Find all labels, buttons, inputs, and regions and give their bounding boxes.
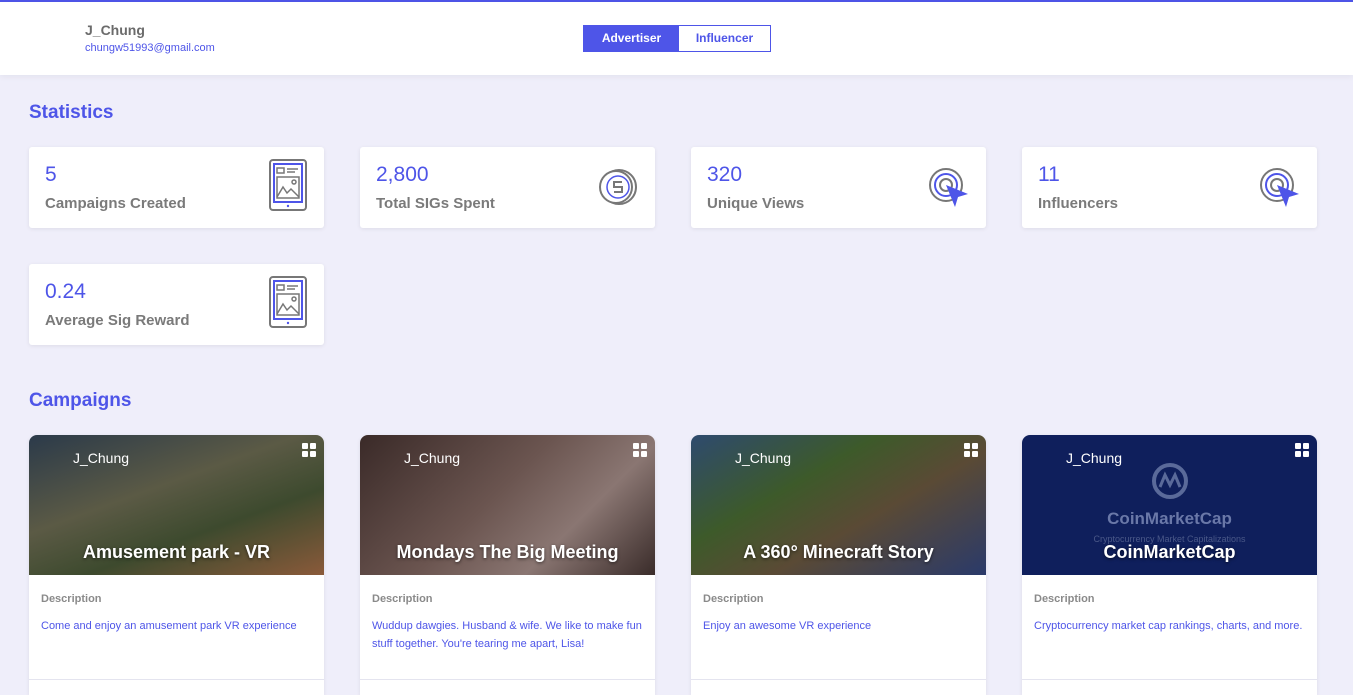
stat-value: 11: [1038, 163, 1060, 186]
campaigns-title: Campaigns: [29, 390, 132, 411]
statistics-title: Statistics: [29, 102, 114, 123]
campaign-description: Cryptocurrency market cap rankings, char…: [1034, 620, 1303, 632]
stat-card-average-reward: 0.24 Average Sig Reward: [29, 264, 324, 345]
stat-card-influencers: 11 Influencers: [1022, 147, 1317, 228]
description-label: Description: [1034, 593, 1095, 605]
campaign-title: Amusement park - VR: [82, 542, 271, 562]
stat-value: 2,800: [376, 163, 429, 186]
campaign-owner: J_Chung: [404, 450, 461, 466]
role-toggle: Advertiser Influencer: [583, 25, 771, 52]
coinmarketcap-logo-icon: [1152, 463, 1188, 499]
grid-menu-icon[interactable]: [1295, 443, 1309, 457]
influencer-tab[interactable]: Influencer: [679, 26, 770, 51]
campaign-owner: J_Chung: [73, 450, 130, 466]
grid-menu-icon[interactable]: [633, 443, 647, 457]
divider: [29, 679, 324, 680]
campaign-title: A 360° Minecraft Story: [743, 542, 934, 562]
campaign-owner: J_Chung: [1066, 450, 1123, 466]
stat-value: 0.24: [45, 280, 86, 303]
campaign-card[interactable]: J_Chung Mondays The Big Meeting Descript…: [360, 435, 655, 695]
divider: [360, 679, 655, 680]
campaign-description: Enjoy an awesome VR experience: [703, 620, 872, 632]
description-label: Description: [703, 593, 764, 605]
grid-menu-icon[interactable]: [302, 443, 316, 457]
stat-value: 5: [45, 163, 57, 186]
tablet-image-icon: [269, 276, 307, 328]
stat-card-unique-views: 320 Unique Views: [691, 147, 986, 228]
campaign-owner: J_Chung: [735, 450, 792, 466]
campaign-description: Come and enjoy an amusement park VR expe…: [41, 620, 297, 632]
tablet-image-icon: [269, 159, 307, 211]
divider: [1022, 679, 1317, 680]
user-email: chungw51993@gmail.com: [85, 42, 215, 54]
campaign-title: Mondays The Big Meeting: [396, 542, 619, 562]
stat-label: Influencers: [1038, 195, 1119, 212]
stat-card-campaigns-created: 5 Campaigns Created: [29, 147, 324, 228]
target-cursor-icon: [1260, 168, 1300, 208]
campaign-card[interactable]: J_Chung Amusement park - VR Description …: [29, 435, 324, 695]
stat-card-total-sigs: 2,800 Total SIGs Spent: [360, 147, 655, 228]
campaign-card[interactable]: CoinMarketCap Cryptocurrency Market Capi…: [1022, 435, 1317, 695]
divider: [691, 679, 986, 680]
stat-label: Unique Views: [707, 195, 805, 212]
stat-label: Total SIGs Spent: [376, 195, 495, 212]
description-label: Description: [372, 593, 433, 605]
advertiser-tab[interactable]: Advertiser: [584, 26, 679, 51]
header: J_Chung chungw51993@gmail.com Advertiser…: [0, 2, 1353, 75]
target-cursor-icon: [929, 168, 969, 208]
stat-label: Campaigns Created: [45, 195, 186, 212]
coin-icon: [599, 169, 637, 205]
campaign-card[interactable]: J_Chung A 360° Minecraft Story Descripti…: [691, 435, 986, 695]
description-label: Description: [41, 593, 102, 605]
stat-value: 320: [707, 163, 743, 186]
grid-menu-icon[interactable]: [964, 443, 978, 457]
logo-text: CoinMarketCap: [1107, 509, 1232, 528]
campaign-description: Wuddup dawgies. Husband & wife. We like …: [372, 620, 642, 650]
username: J_Chung: [85, 22, 145, 38]
stat-label: Average Sig Reward: [45, 312, 190, 329]
campaign-title: CoinMarketCap: [1103, 542, 1236, 562]
